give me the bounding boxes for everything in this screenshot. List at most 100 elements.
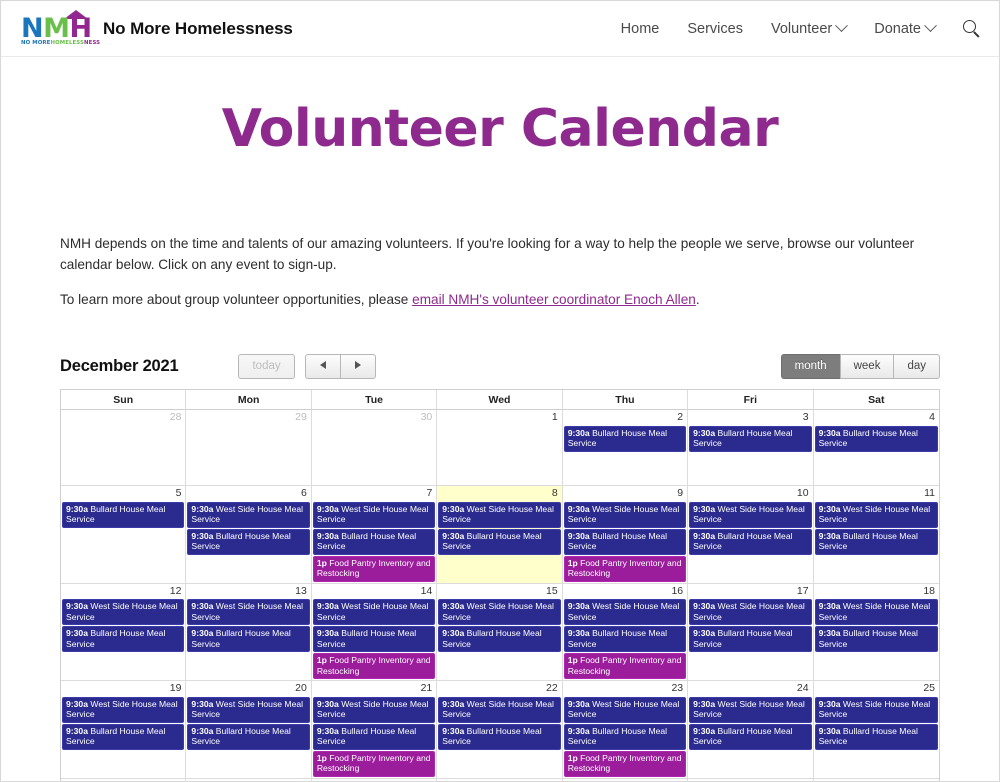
day-number: 3 [802,411,809,424]
calendar-event[interactable]: 9:30a West Side House Meal Service [689,696,812,723]
calendar-event[interactable]: 9:30a Bullard House Meal Service [689,425,812,452]
calendar-event[interactable]: 9:30a Bullard House Meal Service [438,626,561,653]
calendar-event[interactable]: 9:30a Bullard House Meal Service [62,723,185,750]
calendar-day-cell[interactable]: 23 9:30a West Side House Meal Service 9:30… [562,681,689,778]
calendar-day-cell[interactable]: 13 9:30a West Side House Meal Service 9:30… [186,583,312,681]
day-number: 4 [929,411,935,424]
nav-item-services[interactable]: Services [687,21,743,37]
calendar-event[interactable]: 9:30a Bullard House Meal Service [187,723,310,750]
calendar-day-cell[interactable]: 12 9:30a West Side House Meal Service 9:30… [61,583,187,681]
calendar-week-row: 28 29 30 1 2 9:30a Bullard House Meal Service… [61,410,939,487]
calendar-day-cell[interactable]: 24 9:30a West Side House Meal Service 9:30… [688,681,814,778]
calendar-event[interactable]: 9:30a West Side House Meal Service [438,501,561,528]
calendar-day-cell[interactable]: 2 9:30a Bullard House Meal Service [562,410,689,486]
calendar-day-cell[interactable]: 9 9:30a West Side House Meal Service 9:30a… [562,486,689,583]
calendar-event[interactable]: 9:30a Bullard House Meal Service [62,501,185,528]
calendar-event[interactable]: 9:30a West Side House Meal Service [563,696,687,723]
calendar-event[interactable]: 1p Food Pantry Inventory and Restocking [312,750,436,777]
calendar-event[interactable]: 9:30a Bullard House Meal Service [814,626,938,653]
calendar-event[interactable]: 9:30a West Side House Meal Service [563,599,687,626]
calendar-event[interactable]: 9:30a Bullard House Meal Service [62,626,185,653]
calendar-day-cell[interactable]: 16 9:30a West Side House Meal Service 9:30… [562,583,689,681]
calendar-event[interactable]: 9:30a West Side House Meal Service [187,501,310,528]
calendar-event[interactable]: 9:30a West Side House Meal Service [814,696,938,723]
calendar-event[interactable]: 9:30a Bullard House Meal Service [689,626,812,653]
calendar-event[interactable]: 9:30a West Side House Meal Service [187,696,310,723]
calendar-day-cell[interactable]: 20 9:30a West Side House Meal Service 9:30… [186,681,312,778]
view-button-week[interactable]: week [839,353,894,379]
nav-item-donate[interactable]: Donate [874,19,937,37]
calendar-day-cell[interactable]: 22 9:30a West Side House Meal Service 9:30… [437,681,563,778]
calendar-event[interactable]: 9:30a West Side House Meal Service [187,599,310,626]
calendar-event[interactable]: 1p Food Pantry Inventory and Restocking [563,555,687,582]
calendar-event[interactable]: 9:30a West Side House Meal Service [438,696,561,723]
calendar-event[interactable]: 9:30a Bullard House Meal Service [814,723,938,750]
calendar-event[interactable]: 1p Food Pantry Inventory and Restocking [563,750,687,777]
view-button-day[interactable]: day [893,353,940,379]
calendar-event[interactable]: 9:30a Bullard House Meal Service [563,425,687,452]
calendar-day-cell[interactable]: 1 [437,410,563,486]
calendar-day-cell[interactable]: 30 [311,410,438,486]
calendar-event[interactable]: 9:30a Bullard House Meal Service [563,723,687,750]
calendar-event[interactable]: 9:30a Bullard House Meal Service [312,626,436,653]
calendar-event[interactable]: 9:30a Bullard House Meal Service [187,626,310,653]
view-button-month[interactable]: month [780,353,840,379]
event-time: 9:30a [442,503,465,514]
calendar-event[interactable]: 9:30a West Side House Meal Service [438,599,561,626]
calendar-event[interactable]: 9:30a Bullard House Meal Service [438,723,561,750]
event-time: 9:30a [191,725,214,736]
calendar-event[interactable]: 1p Food Pantry Inventory and Restocking [563,653,687,680]
calendar-event[interactable]: 1p Food Pantry Inventory and Restocking [312,555,436,582]
calendar-day-cell[interactable]: 19 9:30a West Side House Meal Service 9:30… [61,681,187,778]
calendar-event[interactable]: 9:30a Bullard House Meal Service [563,528,687,555]
calendar-day-cell[interactable]: 8 9:30a West Side House Meal Service 9:30a… [437,486,563,583]
calendar-day-cell[interactable]: 29 [186,410,312,486]
calendar-event[interactable]: 9:30a Bullard House Meal Service [563,626,687,653]
calendar-event[interactable]: 9:30a West Side House Meal Service [62,696,185,723]
calendar-day-cell[interactable]: 28 [61,410,187,486]
calendar-day-cell[interactable]: 11 9:30a West Side House Meal Service 9:30… [813,486,939,583]
calendar-event[interactable]: 9:30a West Side House Meal Service [563,501,687,528]
event-time: 9:30a [693,427,716,438]
calendar-event[interactable]: 9:30a Bullard House Meal Service [814,425,938,452]
calendar-day-cell[interactable]: 18 9:30a West Side House Meal Service 9:30… [813,583,939,681]
calendar-day-cell[interactable]: 4 9:30a Bullard House Meal Service [813,410,939,486]
calendar-day-cell[interactable]: 3 9:30a Bullard House Meal Service [688,410,814,486]
calendar-day-cell[interactable]: 15 9:30a West Side House Meal Service 9:30… [437,583,563,681]
calendar-event[interactable]: 9:30a West Side House Meal Service [62,599,185,626]
calendar-event[interactable]: 9:30a Bullard House Meal Service [689,723,812,750]
calendar-event[interactable]: 9:30a West Side House Meal Service [814,599,938,626]
calendar-day-cell[interactable]: 5 9:30a Bullard House Meal Service [61,486,187,583]
calendar-event[interactable]: 9:30a Bullard House Meal Service [438,528,561,555]
next-month-button[interactable] [339,353,376,379]
today-button[interactable]: today [238,353,295,379]
calendar-day-cell[interactable]: 21 9:30a West Side House Meal Service 9:30… [311,681,438,778]
nav-item-volunteer[interactable]: Volunteer [771,19,849,37]
calendar-event[interactable]: 9:30a West Side House Meal Service [814,501,938,528]
calendar-event[interactable]: 9:30a Bullard House Meal Service [312,528,436,555]
calendar-event[interactable]: 9:30a West Side House Meal Service [312,696,436,723]
calendar-day-cell[interactable]: 6 9:30a West Side House Meal Service 9:30a… [186,486,312,583]
prev-month-button[interactable] [304,353,340,379]
calendar-event[interactable]: 9:30a West Side House Meal Service [312,501,436,528]
nav-item-home[interactable]: Home [621,21,660,37]
volunteer-coordinator-email-link[interactable]: email NMH's volunteer coordinator Enoch … [412,292,696,307]
calendar-event[interactable]: 9:30a Bullard House Meal Service [312,723,436,750]
calendar-event[interactable]: 9:30a West Side House Meal Service [689,599,812,626]
calendar-day-cell[interactable]: 10 9:30a West Side House Meal Service 9:30… [688,486,814,583]
calendar-event[interactable]: 9:30a West Side House Meal Service [689,501,812,528]
calendar-event[interactable]: 9:30a Bullard House Meal Service [689,528,812,555]
day-header-sat: Sat [813,390,939,411]
calendar-event[interactable]: 9:30a Bullard House Meal Service [187,528,310,555]
day-number: 23 [671,682,684,695]
day-number: 25 [923,682,935,695]
calendar-event[interactable]: 9:30a West Side House Meal Service [312,599,436,626]
calendar-event[interactable]: 1p Food Pantry Inventory and Restocking [312,653,436,680]
calendar-day-cell[interactable]: 14 9:30a West Side House Meal Service 9:30… [311,583,438,681]
site-logo[interactable]: NMH NO MOREHOMELESSNESS No More Homeless… [19,9,293,49]
calendar-day-cell[interactable]: 25 9:30a West Side House Meal Service 9:30… [813,681,939,778]
calendar-day-cell[interactable]: 17 9:30a West Side House Meal Service 9:30… [688,583,814,681]
search-icon[interactable] [963,19,981,38]
calendar-event[interactable]: 9:30a Bullard House Meal Service [814,528,938,555]
calendar-day-cell[interactable]: 7 9:30a West Side House Meal Service 9:30a… [311,486,438,583]
